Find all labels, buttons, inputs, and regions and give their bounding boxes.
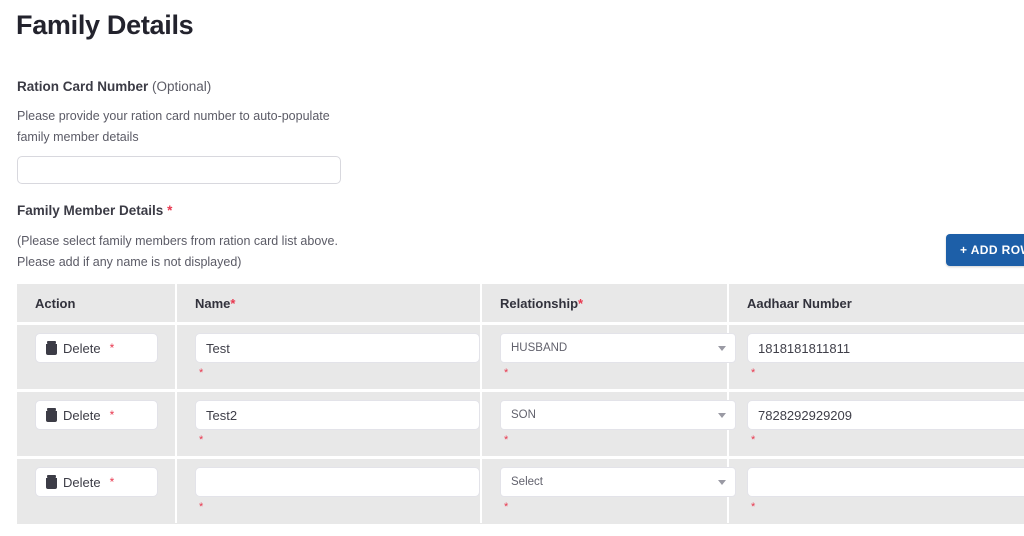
column-header-relationship-required-asterisk: * xyxy=(578,295,584,311)
family-member-details-note-line-2: Please add if any name is not displayed) xyxy=(17,255,242,269)
table-header-row: Action Name* Relationship* Aadhaar Numbe… xyxy=(17,284,1024,324)
chevron-down-icon xyxy=(718,346,726,351)
name-required-asterisk: * xyxy=(199,367,204,379)
aadhaar-required-asterisk: * xyxy=(751,434,756,446)
family-member-details-title-text: Family Member Details xyxy=(17,203,164,218)
table-body: Delete * * HUSBAND * xyxy=(17,322,1024,523)
ration-card-helper-text: Please provide your ration card number t… xyxy=(17,106,337,148)
add-row-button[interactable]: + ADD ROW xyxy=(946,234,1024,266)
column-header-name: Name* xyxy=(176,284,482,324)
family-details-page: Family Details Ration Card Number (Optio… xyxy=(0,0,1024,536)
family-members-table: Action Name* Relationship* Aadhaar Numbe… xyxy=(17,284,1024,523)
relationship-required-asterisk: * xyxy=(504,501,509,513)
column-header-action-label: Action xyxy=(35,295,76,311)
ration-card-helper-line-2: family member details xyxy=(17,130,139,144)
ration-card-label: Ration Card Number (Optional) xyxy=(17,78,537,96)
ration-card-helper-line-1: Please provide your ration card number t… xyxy=(17,109,330,123)
row-relationship-cell: SON * xyxy=(481,389,736,458)
column-header-aadhaar: Aadhaar Number xyxy=(728,284,1024,324)
delete-row-button[interactable]: Delete * xyxy=(35,400,158,430)
row-relationship-cell: Select * xyxy=(481,456,736,523)
row-name-cell: * xyxy=(176,456,482,523)
table-row: Delete * * HUSBAND * xyxy=(17,322,1024,391)
table-header: Action Name* Relationship* Aadhaar Numbe… xyxy=(17,284,1024,324)
relationship-select[interactable]: HUSBAND xyxy=(500,333,736,363)
family-member-details-title: Family Member Details * xyxy=(17,202,577,220)
aadhaar-required-asterisk: * xyxy=(751,367,756,379)
delete-row-button-label: Delete xyxy=(63,474,101,490)
aadhaar-required-asterisk: * xyxy=(751,501,756,513)
row-action-cell: Delete * xyxy=(17,322,177,391)
row-relationship-cell: HUSBAND * xyxy=(481,322,736,391)
delete-row-button[interactable]: Delete * xyxy=(35,467,158,497)
row-aadhaar-cell: * xyxy=(728,456,1024,523)
member-name-input[interactable] xyxy=(195,333,480,363)
row-name-cell: * xyxy=(176,389,482,458)
relationship-select[interactable]: SON xyxy=(500,400,736,430)
relationship-select-value: SON xyxy=(511,409,536,421)
delete-required-asterisk: * xyxy=(109,341,115,355)
member-name-input[interactable] xyxy=(195,400,480,430)
relationship-select[interactable]: Select xyxy=(500,467,736,497)
family-member-details-required-asterisk: * xyxy=(167,203,173,218)
aadhaar-number-input[interactable] xyxy=(747,400,1024,430)
delete-row-button-label: Delete xyxy=(63,340,101,356)
aadhaar-number-input[interactable] xyxy=(747,467,1024,497)
family-member-details-note: (Please select family members from ratio… xyxy=(17,231,577,273)
delete-row-button-label: Delete xyxy=(63,407,101,423)
family-member-details-note-line-1: (Please select family members from ratio… xyxy=(17,234,338,248)
relationship-required-asterisk: * xyxy=(504,434,509,446)
column-header-name-label: Name xyxy=(195,295,231,311)
table-row: Delete * * SON * xyxy=(17,389,1024,458)
aadhaar-number-input[interactable] xyxy=(747,333,1024,363)
ration-card-optional-text: (Optional) xyxy=(152,79,212,94)
trash-icon xyxy=(46,341,57,355)
column-header-name-required-asterisk: * xyxy=(230,295,236,311)
chevron-down-icon xyxy=(718,413,726,418)
relationship-required-asterisk: * xyxy=(504,367,509,379)
table-row: Delete * * Select * * xyxy=(17,456,1024,523)
relationship-select-value: Select xyxy=(511,476,543,488)
name-required-asterisk: * xyxy=(199,501,204,513)
relationship-select-value: HUSBAND xyxy=(511,342,568,354)
family-member-details-section: Family Member Details * (Please select f… xyxy=(17,202,577,273)
ration-card-number-input[interactable] xyxy=(17,156,341,184)
row-name-cell: * xyxy=(176,322,482,391)
column-header-aadhaar-label: Aadhaar Number xyxy=(747,295,852,311)
ration-card-label-text: Ration Card Number xyxy=(17,79,149,94)
column-header-action: Action xyxy=(17,284,177,324)
member-name-input[interactable] xyxy=(195,467,480,497)
row-aadhaar-cell: * xyxy=(728,322,1024,391)
name-required-asterisk: * xyxy=(199,434,204,446)
trash-icon xyxy=(46,408,57,422)
ration-card-section: Ration Card Number (Optional) Please pro… xyxy=(17,78,537,184)
row-action-cell: Delete * xyxy=(17,456,177,523)
delete-row-button[interactable]: Delete * xyxy=(35,333,158,363)
row-action-cell: Delete * xyxy=(17,389,177,458)
column-header-relationship: Relationship* xyxy=(481,284,729,324)
column-header-relationship-label: Relationship xyxy=(500,295,579,311)
delete-required-asterisk: * xyxy=(109,475,115,489)
chevron-down-icon xyxy=(718,480,726,485)
page-title: Family Details xyxy=(16,10,194,40)
delete-required-asterisk: * xyxy=(109,408,115,422)
row-aadhaar-cell: * xyxy=(728,389,1024,458)
trash-icon xyxy=(46,475,57,489)
family-members-table-container: Action Name* Relationship* Aadhaar Numbe… xyxy=(17,284,1024,524)
